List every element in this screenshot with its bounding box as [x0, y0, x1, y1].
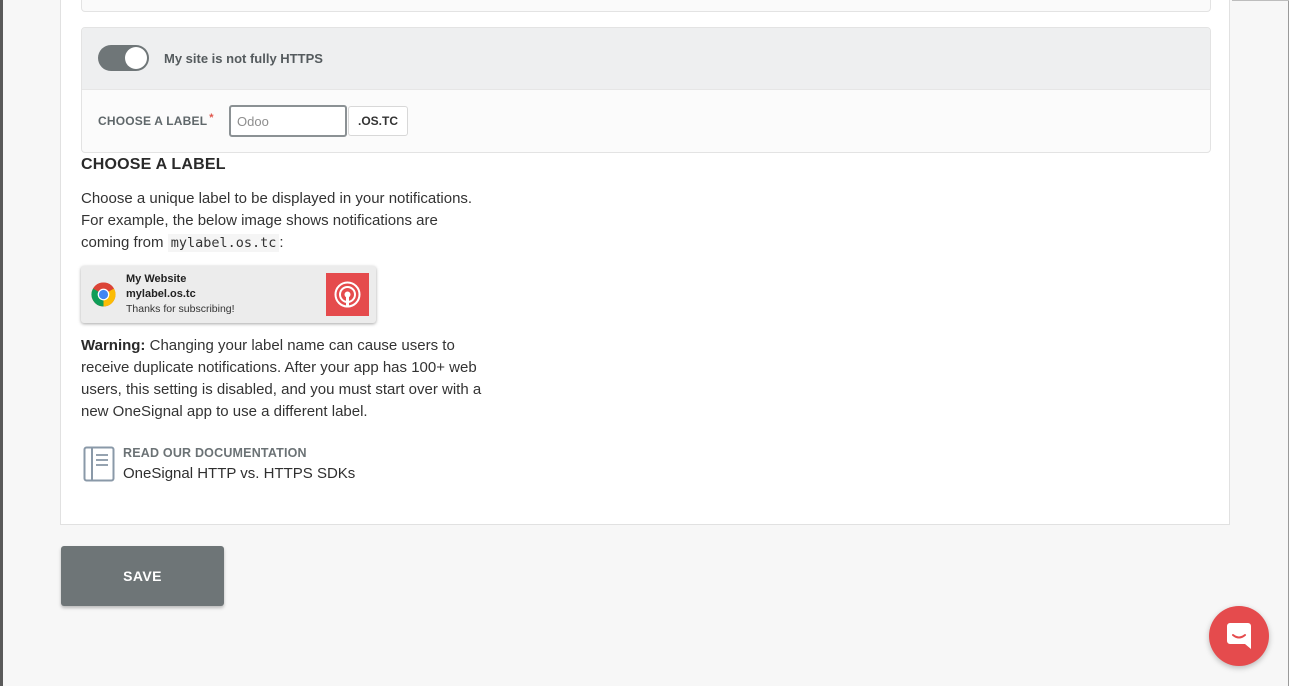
- previous-panel: [81, 0, 1211, 12]
- onesignal-logo-icon: [326, 273, 369, 316]
- chat-icon: [1227, 623, 1251, 649]
- help-text: Choose a unique label to be displayed in…: [81, 188, 481, 254]
- choose-label-field-label: CHOOSE A LABEL *: [98, 112, 214, 128]
- notification-site-name: My Website: [126, 273, 187, 285]
- chat-launcher-button[interactable]: [1209, 606, 1269, 666]
- settings-card: My site is not fully HTTPS CHOOSE A LABE…: [60, 0, 1230, 525]
- warning-text: Warning: Changing your label name can ca…: [81, 335, 486, 423]
- https-toggle[interactable]: [98, 45, 149, 71]
- example-domain-code: mylabel.os.tc: [167, 234, 280, 252]
- documentation-heading: READ OUR DOCUMENTATION: [123, 446, 307, 460]
- required-marker: *: [209, 112, 214, 124]
- notification-message: Thanks for subscribing!: [126, 303, 235, 315]
- warning-label: Warning:: [81, 337, 146, 354]
- help-text-end: :: [279, 234, 284, 251]
- documentation-link[interactable]: READ OUR DOCUMENTATION OneSignal HTTP vs…: [81, 444, 381, 484]
- https-panel: My site is not fully HTTPS CHOOSE A LABE…: [81, 27, 1211, 153]
- toggle-knob: [125, 47, 147, 69]
- book-icon: [83, 446, 115, 482]
- help-title: CHOOSE A LABEL: [81, 156, 226, 173]
- https-panel-header: My site is not fully HTTPS: [82, 28, 1210, 90]
- https-toggle-label: My site is not fully HTTPS: [164, 51, 323, 66]
- chrome-icon: [91, 282, 116, 307]
- notification-domain: mylabel.os.tc: [126, 288, 196, 300]
- https-panel-body: CHOOSE A LABEL* .OS.TC: [82, 90, 1210, 152]
- documentation-title: OneSignal HTTP vs. HTTPS SDKs: [123, 465, 356, 482]
- window-left-edge: [0, 0, 3, 686]
- top-divider: [1232, 0, 1289, 5]
- label-input[interactable]: [229, 105, 347, 137]
- field-label-text: CHOOSE A LABEL: [98, 114, 208, 128]
- notification-preview: My Website mylabel.os.tc Thanks for subs…: [81, 266, 376, 323]
- save-button[interactable]: SAVE: [61, 546, 224, 606]
- domain-suffix: .OS.TC: [348, 106, 408, 136]
